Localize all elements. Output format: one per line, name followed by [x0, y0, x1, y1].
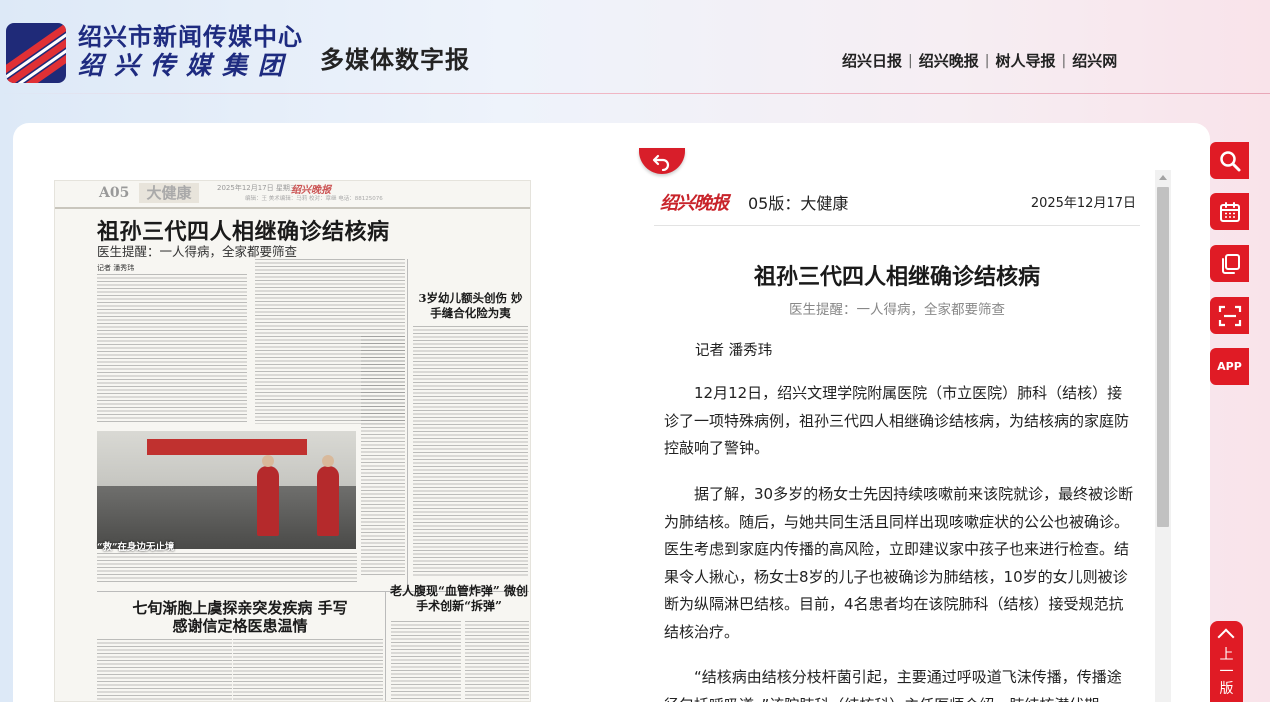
page-byline: 记者 潘秀玮 [97, 264, 135, 272]
page-text-block [361, 336, 405, 576]
app-download-button[interactable]: APP [1210, 348, 1249, 385]
page-text-block [97, 553, 357, 583]
story3-title[interactable]: 老人腹现“血管炸弹” 微创手术创新“拆弹” [389, 584, 529, 614]
page-editor-line: 编辑：王 美术编辑：马莉 校对：章继 电话：88125076 [245, 196, 383, 202]
paper-brand-logo: 绍兴晚报 [660, 193, 729, 214]
article-content: 祖孙三代四人相继确诊结核病 医生提醒：一人得病，全家都要筛查 记者 潘秀玮 12… [654, 232, 1154, 702]
publication-date: 2025年12月17日 [1030, 196, 1136, 211]
article-author: 记者 潘秀玮 [695, 343, 773, 359]
scan-button[interactable] [1210, 297, 1249, 334]
scan-icon [1218, 305, 1241, 326]
search-button[interactable] [1210, 142, 1249, 179]
page-date: 2025年12月17日 星期三 [217, 184, 297, 192]
scroll-up-arrow-icon[interactable] [1155, 170, 1171, 186]
group-logo-icon[interactable] [6, 23, 66, 83]
nav-separator: | [1061, 52, 1067, 69]
article-paragraph: 12月12日，绍兴文理学院附属医院（市立医院）肺科（结核）接诊了一项特殊病例，祖… [664, 384, 1130, 457]
logo-line-1: 绍兴市新闻传媒中心 [78, 22, 303, 51]
site-title: 多媒体数字报 [320, 45, 470, 74]
article-paragraph: “结核病由结核分枝杆菌引起，主要通过呼吸道飞沫传播，传播途径包括呼吸道。”该院肺… [664, 668, 1122, 702]
chevron-up-icon [1217, 628, 1235, 646]
column-rule [385, 591, 386, 701]
page-text-block [233, 639, 383, 701]
nav-separator: | [984, 52, 990, 69]
calendar-button[interactable] [1210, 193, 1249, 230]
column-rule [407, 259, 408, 589]
previous-page-button[interactable]: 上一版 [1210, 621, 1243, 702]
nav-shaoxing-evening[interactable]: 绍兴晚报 [919, 50, 979, 71]
page-text-block [391, 621, 461, 701]
copy-icon [1221, 253, 1240, 274]
side-story-title[interactable]: 3岁幼儿额头创伤 妙手缝合化险为夷 [413, 291, 528, 321]
edition-label: 05版：大健康 [748, 194, 849, 213]
article-paragraph: 据了解，30多岁的杨女士先因持续咳嗽前来该院就诊，最终被诊断为肺结核。随后，与她… [664, 485, 1134, 641]
nav-shaoxing-daily[interactable]: 绍兴日报 [842, 50, 902, 71]
newspaper-page-image[interactable]: A05 大健康 2025年12月17日 星期三 绍兴晚报 编辑：王 美术编辑：马… [54, 180, 531, 702]
page-text-block [97, 639, 232, 701]
nav-shuren-daobao[interactable]: 树人导报 [995, 50, 1055, 71]
site-header: 绍兴市新闻传媒中心 绍兴传媒集团 多媒体数字报 绍兴日报 | 绍兴晚报 | 树人… [0, 0, 1270, 95]
article-subtitle: 医生提醒：一人得病，全家都要筛查 [789, 302, 1005, 318]
photo-caption: “救”在身边无止境 [97, 542, 175, 553]
scroll-thumb[interactable] [1157, 187, 1169, 527]
calendar-icon [1219, 201, 1240, 222]
page-subhead: 医生提醒：一人得病，全家都要筛查 [97, 244, 298, 259]
page-number: A05 [99, 185, 130, 201]
nav-separator: | [908, 52, 913, 69]
app-label: APP [1217, 360, 1242, 373]
article-title: 祖孙三代四人相继确诊结核病 [753, 265, 1040, 290]
article-header: 绍兴晚报 05版：大健康 2025年12月17日 [654, 180, 1140, 226]
page-news-photo[interactable] [97, 431, 356, 549]
page-header-strip: A05 大健康 2025年12月17日 星期三 绍兴晚报 编辑：王 美术编辑：马… [55, 181, 530, 209]
page-text-block [97, 274, 247, 424]
nav-shaoxing-net[interactable]: 绍兴网 [1072, 50, 1117, 71]
return-arrow-icon [652, 154, 670, 171]
group-name: 绍兴市新闻传媒中心 绍兴传媒集团 [78, 22, 303, 80]
page-text-block [413, 326, 528, 576]
copy-button[interactable] [1210, 245, 1249, 282]
search-icon [1219, 150, 1240, 171]
header-divider [0, 93, 1270, 94]
article-scrollbar[interactable] [1155, 170, 1171, 702]
story2-title[interactable]: 七旬渐胞上虞探亲突发疾病 手写感谢信定格医患温情 [125, 599, 355, 635]
logo-line-2: 绍兴传媒集团 [78, 51, 295, 80]
previous-page-label: 上一版 [1219, 647, 1234, 697]
page-text-block [465, 621, 529, 701]
page-section: 大健康 [139, 183, 199, 203]
top-nav: 绍兴日报 | 绍兴晚报 | 树人导报 | 绍兴网 [842, 50, 1117, 71]
